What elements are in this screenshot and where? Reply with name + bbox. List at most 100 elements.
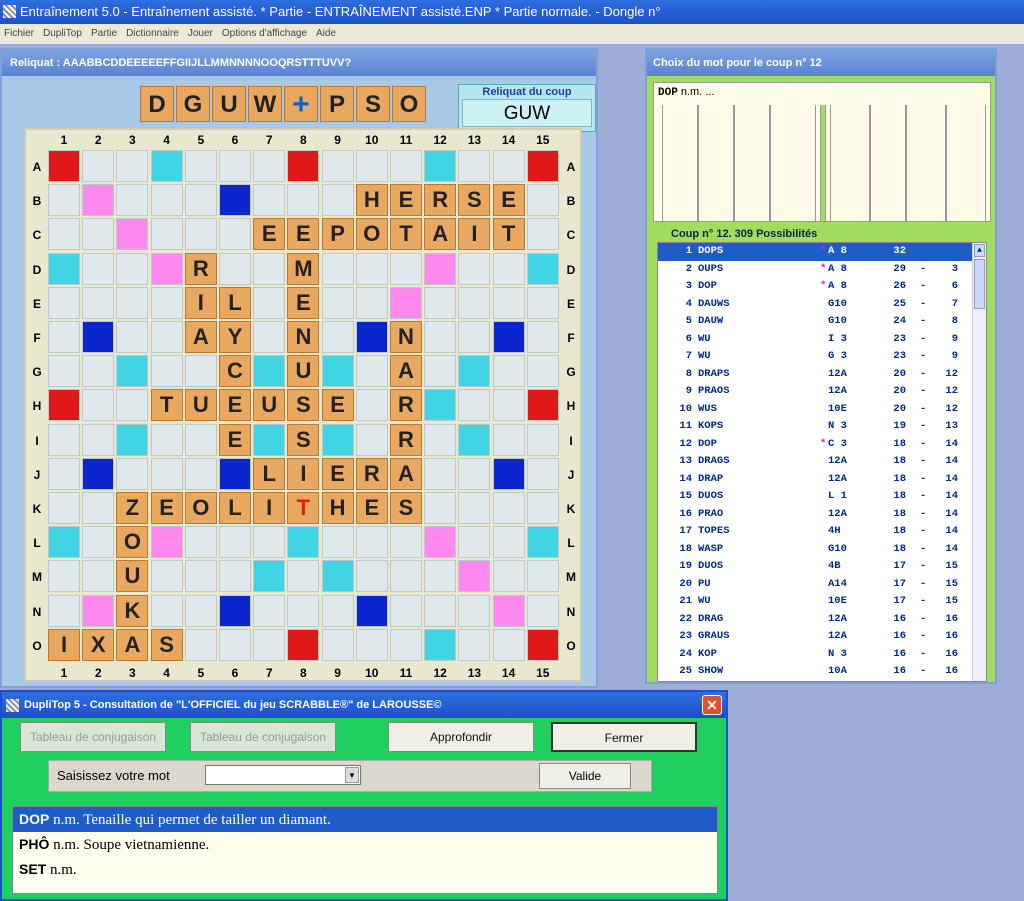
move-row[interactable]: 13 DRAGS 12A 18 - 14: [658, 453, 986, 471]
approfondir-button[interactable]: Approfondir: [388, 722, 534, 752]
premium-square[interactable]: [321, 355, 354, 388]
board-square[interactable]: [526, 218, 559, 251]
board-tile[interactable]: K: [116, 594, 149, 627]
board-square[interactable]: [458, 252, 491, 285]
premium-square[interactable]: [150, 150, 183, 182]
menu-duplitop[interactable]: DupliTop: [43, 28, 82, 39]
rack-tile[interactable]: S: [356, 86, 390, 122]
premium-square[interactable]: [355, 321, 388, 353]
board-square[interactable]: [48, 423, 80, 456]
board-square[interactable]: [355, 423, 388, 456]
board-square[interactable]: [116, 457, 149, 490]
board-square[interactable]: [492, 560, 525, 593]
rack-tile[interactable]: O: [392, 86, 426, 122]
premium-square[interactable]: [355, 594, 388, 627]
board-tile[interactable]: P: [321, 218, 354, 251]
board-square[interactable]: [355, 526, 388, 559]
board-square[interactable]: [355, 355, 388, 388]
board-square[interactable]: [253, 286, 286, 319]
rack-tile[interactable]: W: [248, 86, 282, 122]
board-square[interactable]: [321, 286, 354, 319]
board-square[interactable]: [526, 594, 559, 627]
board-square[interactable]: [48, 218, 80, 251]
board-tile[interactable]: R: [390, 389, 422, 422]
board-square[interactable]: [458, 628, 491, 661]
moves-list[interactable]: 1 DOPS * A 8 32 2 OUPS * A 8 29-3 3 DOP * A 8 26-6 4 DAU…: [657, 242, 987, 682]
board-tile[interactable]: U: [253, 389, 286, 422]
move-row[interactable]: 25 SHOW 10A 16 - 16: [658, 663, 986, 681]
board-square[interactable]: [116, 389, 149, 422]
board-tile[interactable]: A: [116, 628, 149, 661]
move-row[interactable]: 4 DAUWS G10 25 - 7: [658, 296, 986, 314]
board-square[interactable]: [492, 526, 525, 559]
premium-square[interactable]: [219, 457, 251, 490]
board-square[interactable]: [184, 560, 217, 593]
board-square[interactable]: [424, 321, 457, 353]
board-tile[interactable]: O: [184, 492, 217, 524]
board-square[interactable]: [253, 321, 286, 353]
rack-tile[interactable]: P: [320, 86, 354, 122]
board-square[interactable]: [492, 355, 525, 388]
board-square[interactable]: [82, 355, 115, 388]
board-tile[interactable]: L: [219, 492, 251, 524]
board-square[interactable]: [321, 321, 354, 353]
board-tile[interactable]: E: [321, 457, 354, 490]
board-tile[interactable]: E: [355, 492, 388, 524]
definition-item[interactable]: DOP n.m. Tenaille qui permet de tailler …: [13, 807, 717, 832]
board-tile[interactable]: A: [424, 218, 457, 251]
board-square[interactable]: [355, 389, 388, 422]
close-icon[interactable]: ✕: [702, 695, 722, 715]
board-square[interactable]: [355, 628, 388, 661]
board-square[interactable]: [424, 560, 457, 593]
premium-square[interactable]: [424, 526, 457, 559]
board-square[interactable]: [184, 628, 217, 661]
board-square[interactable]: [253, 594, 286, 627]
board-square[interactable]: [48, 594, 80, 627]
move-row[interactable]: 6 WU I 3 23 - 9: [658, 331, 986, 349]
premium-square[interactable]: [150, 526, 183, 559]
premium-square[interactable]: [424, 389, 457, 422]
board-square[interactable]: [116, 252, 149, 285]
board-square[interactable]: [492, 492, 525, 524]
board-square[interactable]: [287, 594, 320, 627]
definition-item[interactable]: SET n.m.: [13, 857, 717, 882]
premium-square[interactable]: [526, 628, 559, 661]
premium-square[interactable]: [219, 594, 251, 627]
move-row[interactable]: 12 DOP * C 3 18 - 14: [658, 436, 986, 454]
board-tile[interactable]: E: [219, 423, 251, 456]
board-square[interactable]: [116, 321, 149, 353]
rack-tile[interactable]: D: [140, 86, 174, 122]
board-square[interactable]: [458, 526, 491, 559]
board-tile[interactable]: O: [116, 526, 149, 559]
board-square[interactable]: [458, 594, 491, 627]
board-tile[interactable]: T: [287, 492, 320, 524]
board-square[interactable]: [219, 526, 251, 559]
board-square[interactable]: [355, 150, 388, 182]
board-tile[interactable]: A: [184, 321, 217, 353]
board-tile[interactable]: L: [253, 457, 286, 490]
board-square[interactable]: [150, 457, 183, 490]
premium-square[interactable]: [492, 321, 525, 353]
premium-square[interactable]: [321, 423, 354, 456]
board-tile[interactable]: E: [253, 218, 286, 251]
scroll-thumb[interactable]: [974, 259, 985, 309]
conjugation-button-1[interactable]: Tableau de conjugaison: [20, 722, 166, 752]
premium-square[interactable]: [116, 218, 149, 251]
board-tile[interactable]: U: [184, 389, 217, 422]
board-square[interactable]: [116, 150, 149, 182]
definition-item[interactable]: PHÔ n.m. Soupe vietnamienne.: [13, 832, 717, 857]
rack-tile[interactable]: U: [212, 86, 246, 122]
move-row[interactable]: 23 GRAUS 12A 16 - 16: [658, 628, 986, 646]
board-square[interactable]: [48, 457, 80, 490]
board-square[interactable]: [253, 184, 286, 217]
board-square[interactable]: [458, 150, 491, 182]
board-square[interactable]: [526, 321, 559, 353]
menu-jouer[interactable]: Jouer: [188, 28, 213, 39]
move-row[interactable]: 8 DRAPS 12A 20 - 12: [658, 366, 986, 384]
board-square[interactable]: [321, 628, 354, 661]
board-tile[interactable]: R: [355, 457, 388, 490]
board-square[interactable]: [492, 423, 525, 456]
board-square[interactable]: [526, 457, 559, 490]
board-tile[interactable]: I: [287, 457, 320, 490]
move-row[interactable]: 14 DRAP 12A 18 - 14: [658, 471, 986, 489]
